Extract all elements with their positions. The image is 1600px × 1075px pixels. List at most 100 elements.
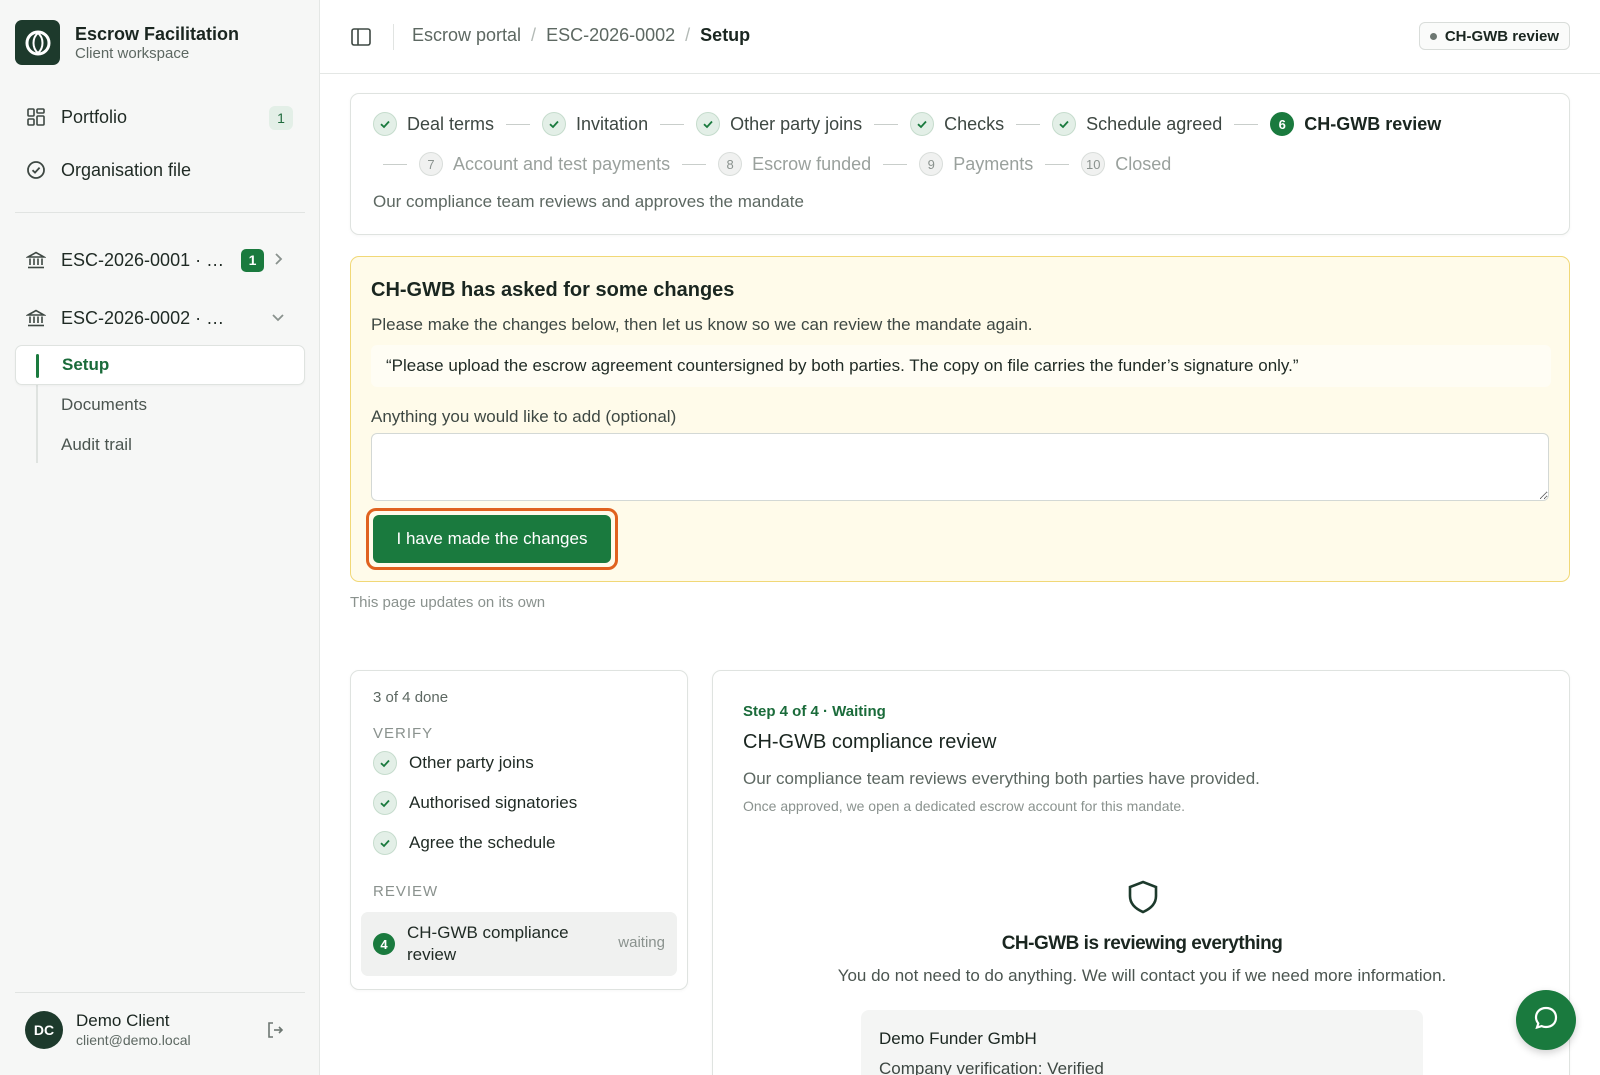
nav-organisation-file[interactable]: Organisation file [15, 149, 305, 191]
step-number: 4 [373, 933, 395, 955]
step-payments: 9 Payments [919, 152, 1033, 176]
topbar: Escrow portal / ESC-2026-0002 / Setup CH… [320, 0, 1600, 74]
chevron-down-icon[interactable] [269, 308, 287, 326]
step-description: Our compliance team reviews and approves… [373, 192, 804, 211]
checklist-item-label: CH-GWB compliance review [407, 923, 569, 964]
step-connector [1045, 163, 1070, 165]
escrow-0001-label: ESC-2026-0001 · D... [61, 249, 231, 270]
checklist-item-status: waiting [618, 934, 665, 951]
changes-title: CH-GWB has asked for some changes [371, 279, 735, 301]
bank-icon [25, 307, 47, 329]
chevron-right-icon[interactable] [269, 250, 287, 268]
step-closed: 10 Closed [1081, 152, 1171, 176]
checklist-item[interactable]: Authorised signatories [373, 791, 577, 815]
user-email: client@demo.local [76, 1032, 191, 1048]
breadcrumb-portal[interactable]: Escrow portal [412, 25, 521, 46]
bank-icon [25, 249, 47, 271]
step-label: Other party joins [730, 113, 863, 134]
step-detail-card: Step 4 of 4 · Waiting CH-GWB compliance … [712, 670, 1570, 1075]
step-connector [682, 163, 707, 165]
app-subtitle: Client workspace [75, 44, 190, 62]
sidebar-divider [15, 212, 305, 213]
status-dot [1429, 32, 1437, 40]
check-icon [373, 791, 397, 815]
nav-escrow-0002[interactable]: ESC-2026-0002 · Dem... [15, 297, 305, 339]
step-ch-gwb-review: 6 CH-GWB review [1270, 112, 1441, 136]
step-other-party-joins: Other party joins [696, 112, 862, 136]
step-connector [1016, 123, 1041, 125]
checklist-item[interactable]: Other party joins [373, 751, 534, 775]
step-number: 9 [919, 152, 944, 176]
auto-update-note: This page updates on its own [350, 594, 546, 611]
comment-field[interactable] [371, 433, 1549, 501]
step-label: Closed [1115, 153, 1172, 174]
step-invitation: Invitation [542, 112, 648, 136]
check-icon [910, 112, 935, 136]
nav-escrow-0001[interactable]: ESC-2026-0001 · D... 1 [15, 239, 305, 281]
step-label: Invitation [576, 113, 649, 134]
check-circle-icon [25, 159, 47, 181]
step-connector [883, 163, 908, 165]
checklist-progress: 3 of 4 done [373, 689, 449, 706]
breadcrumb-escrow[interactable]: ESC-2026-0002 [546, 25, 675, 46]
sidebar-footer-divider [15, 992, 305, 993]
chat-button[interactable] [1516, 990, 1576, 1050]
step-number: 7 [419, 152, 443, 176]
step-number: 8 [718, 152, 743, 176]
step-schedule-agreed: Schedule agreed [1052, 112, 1222, 136]
changes-lead: Please make the changes below, then let … [371, 315, 1033, 334]
breadcrumb-current: Setup [700, 25, 751, 45]
panel-toggle-icon[interactable] [350, 26, 372, 48]
step-connector [1234, 123, 1259, 125]
step-connector [383, 163, 407, 165]
checklist-item-label: Authorised signatories [409, 793, 578, 812]
step-label: Payments [953, 153, 1034, 174]
checklist-item-label: Agree the schedule [409, 833, 556, 852]
step-detail-note: Once approved, we open a dedicated escro… [743, 798, 1186, 814]
party-verification: Company verification: Verified [879, 1059, 1104, 1075]
step-title: CH-GWB compliance review [743, 731, 997, 753]
checklist-item-active[interactable]: 4 CH-GWB compliance review waiting [361, 912, 677, 976]
review-heading: CH-GWB is reviewing everything [1001, 933, 1283, 954]
step-label: Deal terms [407, 113, 495, 134]
step-number: 6 [1270, 112, 1295, 136]
step-deal-terms: Deal terms [373, 112, 494, 136]
subnav-documents[interactable]: Documents [15, 385, 305, 425]
check-icon [373, 831, 397, 855]
user-profile: DC Demo Client client@demo.local [15, 1000, 305, 1060]
subnav-setup[interactable]: Setup [15, 345, 305, 385]
escrow-0001-badge: 1 [241, 248, 264, 272]
escrow-0002-label: ESC-2026-0002 · Dem... [61, 307, 231, 328]
step-label: Account and test payments [453, 153, 671, 174]
step-connector [874, 123, 899, 125]
check-icon [696, 112, 721, 136]
subnav-audit-trail[interactable]: Audit trail [15, 425, 305, 465]
section-title-review: REVIEW [373, 883, 439, 900]
logout-icon[interactable] [265, 1020, 285, 1040]
step-label: Schedule agreed [1086, 113, 1223, 134]
status-badge-label: CH-GWB review [1444, 27, 1559, 45]
step-checks: Checks [910, 112, 1004, 136]
avatar: DC [25, 1011, 63, 1049]
review-subtext: You do not need to do anything. We will … [837, 966, 1447, 985]
made-changes-button[interactable]: I have made the changes [373, 515, 611, 563]
breadcrumb-separator: / [685, 25, 691, 45]
check-icon [373, 112, 397, 136]
step-label: Checks [944, 113, 1005, 134]
step-connector [660, 123, 685, 125]
step-escrow-funded: 8 Escrow funded [718, 152, 871, 176]
step-label: Escrow funded [752, 153, 872, 174]
step-connector [506, 123, 531, 125]
shield-icon [1125, 879, 1161, 915]
app-title: Escrow Facilitation [75, 23, 240, 44]
changes-requested-panel: CH-GWB has asked for some changes Please… [350, 256, 1570, 582]
step-eyebrow: Step 4 of 4 · Waiting [743, 703, 886, 720]
breadcrumb: Escrow portal / ESC-2026-0002 / Setup [412, 25, 750, 46]
grid-icon [25, 106, 47, 128]
nav-portfolio[interactable]: Portfolio 1 [15, 96, 305, 138]
reviewer-quote: “Please upload the escrow agreement coun… [371, 345, 1551, 387]
step-label: CH-GWB review [1304, 113, 1442, 134]
status-badge: CH-GWB review [1418, 22, 1570, 50]
checklist-item[interactable]: Agree the schedule [373, 831, 556, 855]
step-number: 10 [1081, 152, 1106, 176]
